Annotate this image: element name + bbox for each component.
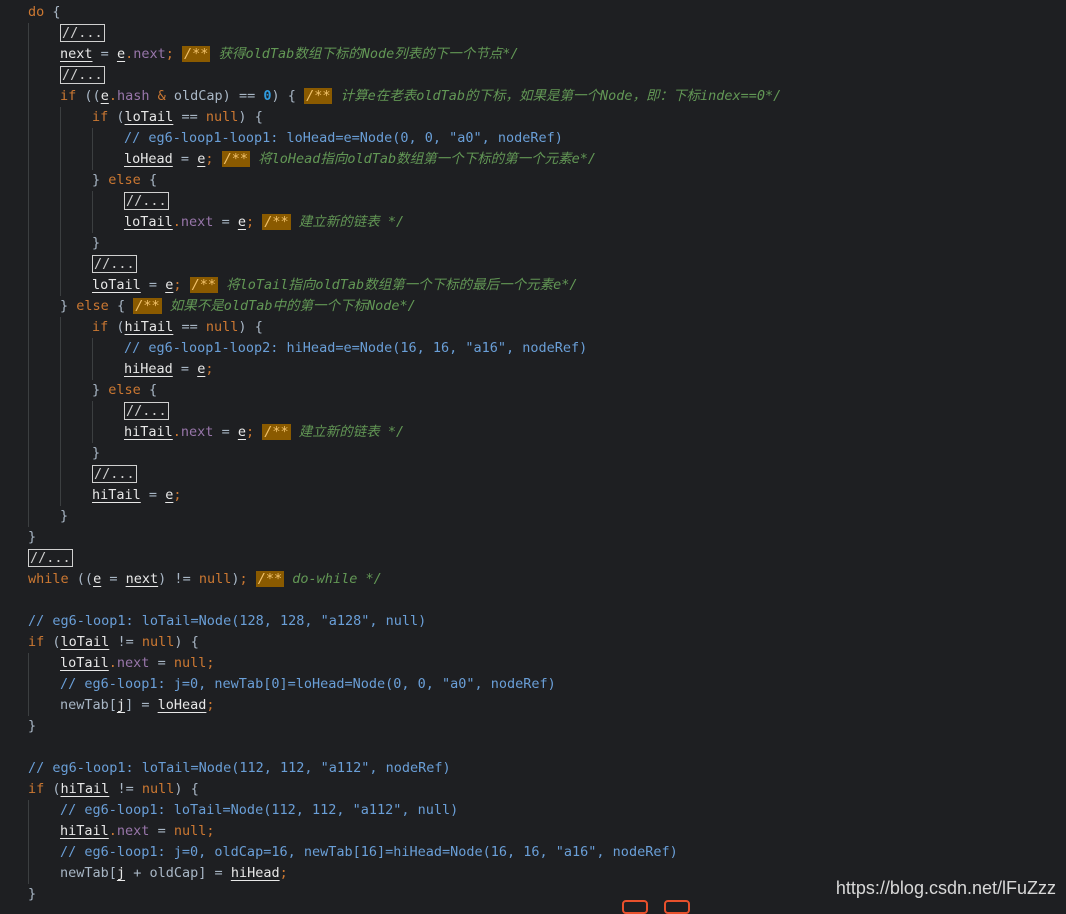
code-line[interactable]: //... [92,254,137,275]
code-line[interactable]: } [92,233,100,254]
code-line[interactable]: // eg6-loop1-loop2: hiHead=e=Node(16, 16… [124,338,587,359]
code-line[interactable]: if (loTail != null) { [28,632,199,653]
code-line[interactable]: if (loTail == null) { [92,107,263,128]
code-line[interactable]: } [60,506,68,527]
folded-region-marker[interactable]: //... [60,66,105,84]
code-line[interactable]: loHead = e; /** 将loHead指向oldTab数组第一个下标的第… [124,149,596,170]
folded-region-marker[interactable]: //... [124,192,169,210]
indent-guide [28,23,29,527]
code-line[interactable]: // eg6-loop1: loTail=Node(112, 112, "a11… [60,800,458,821]
code-line[interactable]: } else { [92,380,157,401]
code-line[interactable]: //... [60,65,105,86]
code-line[interactable]: } else { /** 如果不是oldTab中的第一个下标Node*/ [60,296,416,317]
watermark-url: https://blog.csdn.net/lFuZzz [835,878,1056,898]
code-line[interactable]: } [92,443,100,464]
code-editor[interactable]: do {//... next = e.next; /** 获得oldTab数组下标… [0,0,1066,909]
code-line[interactable]: } else { [92,170,157,191]
code-line[interactable]: } [28,527,36,548]
code-line[interactable]: loTail.next = e; /** 建立新的链表 */ [124,212,404,233]
folded-region-marker[interactable]: //... [92,255,137,273]
code-line[interactable]: // eg6-loop1: loTail=Node(128, 128, "a12… [28,611,426,632]
folded-region-marker[interactable]: //... [60,24,105,42]
code-line[interactable]: // eg6-loop1-loop1: loHead=e=Node(0, 0, … [124,128,563,149]
folded-region-marker[interactable]: //... [28,549,73,567]
code-line[interactable]: // eg6-loop1: j=0, oldCap=16, newTab[16]… [60,842,678,863]
folded-region-marker[interactable]: //... [124,402,169,420]
code-line[interactable]: } [28,884,36,905]
code-line[interactable]: hiTail.next = null; [60,821,215,842]
code-line[interactable]: //... [124,191,169,212]
code-line[interactable]: hiTail = e; [92,485,181,506]
code-line[interactable]: if (hiTail != null) { [28,779,199,800]
indent-guide [92,128,93,170]
code-line[interactable]: if ((e.hash & oldCap) == 0) { /** 计算e在老表… [60,86,781,107]
code-line[interactable]: loTail.next = null; [60,653,215,674]
code-line[interactable]: //... [92,464,137,485]
code-line[interactable]: newTab[j + oldCap] = hiHead; [60,863,288,884]
code-line[interactable]: newTab[j] = loHead; [60,695,215,716]
indent-guide [60,107,61,296]
indent-guide [28,653,29,716]
code-line[interactable]: hiTail.next = e; /** 建立新的链表 */ [124,422,404,443]
folded-region-marker[interactable]: //... [92,465,137,483]
code-line[interactable]: while ((e = next) != null); /** do-while… [28,569,382,590]
code-line[interactable]: next = e.next; /** 获得oldTab数组下标的Node列表的下… [60,44,519,65]
code-line[interactable]: //... [28,548,73,569]
code-line[interactable]: loTail = e; /** 将loTail指向oldTab数组第一个下标的最… [92,275,578,296]
indent-guide [92,338,93,380]
code-line[interactable]: if (hiTail == null) { [92,317,263,338]
code-line[interactable]: // eg6-loop1: loTail=Node(112, 112, "a11… [28,758,451,779]
indent-guide [60,317,61,506]
indent-guide [92,401,93,443]
decoration-badge-2 [664,900,690,914]
indent-guide [92,191,93,233]
code-line[interactable]: //... [60,23,105,44]
code-line[interactable]: } [28,716,36,737]
code-line[interactable]: hiHead = e; [124,359,213,380]
decoration-badge-1 [622,900,648,914]
code-line[interactable]: //... [124,401,169,422]
indent-guide [28,800,29,884]
code-line[interactable]: // eg6-loop1: j=0, newTab[0]=loHead=Node… [60,674,556,695]
code-line[interactable]: do { [28,2,61,23]
